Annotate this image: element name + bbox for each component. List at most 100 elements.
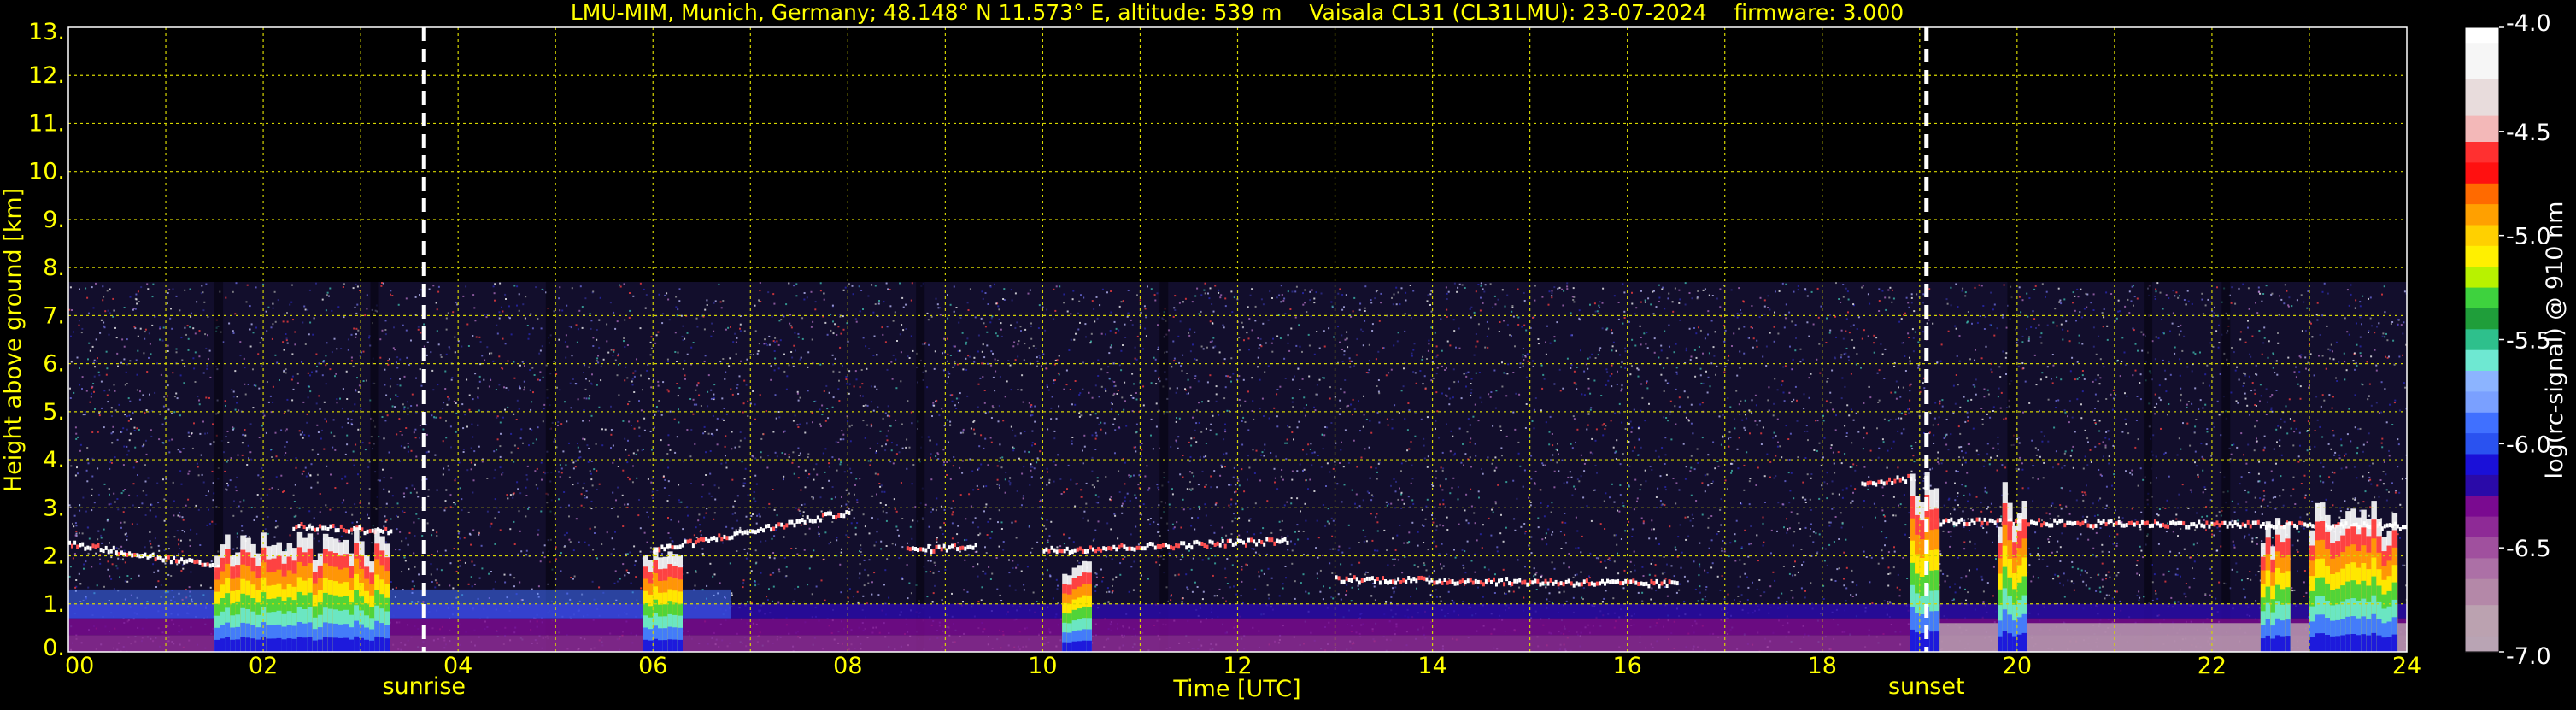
noise-speck — [980, 434, 983, 437]
noise-speck — [484, 314, 486, 316]
noise-speck — [1710, 566, 1713, 569]
noise-speck — [1889, 601, 1891, 604]
noise-speck — [1182, 498, 1184, 501]
noise-speck — [332, 446, 334, 449]
noise-speck — [2027, 315, 2029, 318]
noise-speck — [1781, 282, 1784, 285]
noise-speck — [1790, 511, 1793, 513]
noise-speck — [1106, 291, 1108, 294]
noise-speck — [617, 515, 619, 518]
noise-speck — [1241, 568, 1243, 571]
noise-speck — [443, 555, 446, 557]
noise-speck — [2262, 293, 2265, 295]
noise-speck — [1898, 417, 1900, 420]
noise-speck — [2046, 366, 2049, 368]
noise-speck — [2059, 560, 2062, 562]
noise-speck — [2085, 584, 2087, 587]
noise-speck — [707, 432, 710, 435]
noise-speck — [2303, 474, 2306, 477]
noise-speck — [1949, 545, 1951, 548]
noise-speck — [1146, 465, 1148, 467]
noise-speck — [2112, 543, 2115, 545]
noise-speck — [1376, 478, 1378, 480]
noise-speck — [2059, 546, 2062, 549]
noise-speck — [85, 390, 88, 392]
noise-speck — [2379, 412, 2380, 414]
noise-speck — [1897, 573, 1899, 576]
noise-speck — [272, 323, 274, 326]
noise-speck — [1309, 299, 1311, 302]
noise-speck — [1857, 316, 1860, 319]
noise-speck — [746, 552, 748, 555]
noise-speck — [1832, 408, 1834, 411]
noise-speck — [718, 283, 720, 285]
noise-speck — [1397, 559, 1399, 561]
noise-speck — [1083, 296, 1085, 299]
noise-speck — [168, 451, 171, 454]
noise-speck — [2041, 372, 2044, 374]
noise-speck — [120, 558, 122, 560]
noise-speck — [892, 462, 895, 465]
noise-speck — [75, 531, 78, 532]
noise-speck — [777, 601, 780, 604]
noise-speck — [112, 425, 114, 428]
noise-speck — [1850, 373, 1852, 375]
noise-speck — [1287, 342, 1289, 344]
noise-speck — [1224, 431, 1227, 433]
noise-speck — [2037, 478, 2039, 480]
noise-speck — [1322, 448, 1324, 450]
noise-speck — [885, 545, 888, 547]
noise-speck — [982, 570, 984, 572]
noise-speck — [1206, 346, 1208, 349]
noise-speck — [123, 307, 126, 308]
noise-speck — [1525, 403, 1528, 405]
noise-speck — [947, 376, 949, 378]
noise-speck — [1804, 431, 1806, 432]
noise-speck — [607, 351, 610, 354]
noise-speck — [1267, 365, 1270, 367]
noise-speck — [1796, 513, 1799, 515]
noise-speck — [120, 492, 123, 495]
noise-speck — [1885, 308, 1887, 311]
noise-speck — [1403, 502, 1405, 505]
noise-speck — [2164, 378, 2167, 381]
noise-speck — [1326, 462, 1329, 465]
noise-speck — [1983, 396, 1986, 398]
noise-speck — [504, 408, 506, 411]
noise-speck — [347, 349, 349, 351]
noise-speck — [505, 387, 508, 389]
noise-speck — [1806, 430, 1809, 432]
noise-speck — [1364, 320, 1366, 322]
noise-speck — [1498, 331, 1500, 332]
noise-speck — [1609, 496, 1611, 499]
noise-speck — [1665, 473, 1668, 476]
noise-speck — [1014, 359, 1017, 361]
noise-speck — [2370, 483, 2373, 485]
noise-speck — [1357, 584, 1359, 587]
noise-speck — [783, 536, 785, 538]
noise-speck — [1225, 375, 1228, 378]
noise-speck — [522, 442, 524, 444]
noise-speck — [1260, 298, 1263, 301]
noise-speck — [1288, 349, 1291, 352]
noise-speck — [1882, 441, 1885, 443]
noise-speck — [149, 531, 151, 533]
noise-speck — [1355, 354, 1358, 356]
noise-speck — [862, 595, 865, 597]
noise-speck — [2134, 343, 2137, 345]
noise-speck — [1546, 505, 1549, 507]
noise-speck — [1951, 599, 1954, 601]
noise-speck — [2321, 436, 2324, 438]
noise-speck — [519, 437, 522, 440]
noise-speck — [678, 408, 679, 411]
noise-speck — [2344, 453, 2347, 455]
noise-speck — [830, 497, 833, 500]
noise-speck — [396, 384, 399, 386]
noise-speck — [272, 385, 274, 388]
noise-speck — [1378, 421, 1381, 424]
noise-speck — [1495, 466, 1498, 469]
noise-speck — [2127, 432, 2130, 435]
noise-speck — [2296, 549, 2298, 551]
noise-speck — [930, 456, 931, 459]
noise-speck — [1392, 303, 1394, 306]
